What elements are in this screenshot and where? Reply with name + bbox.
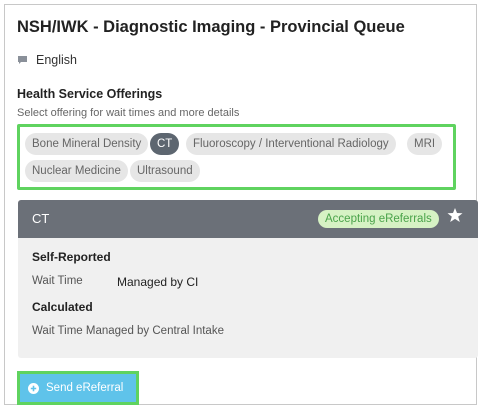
send-ereferral-label: Send eReferral (46, 382, 124, 394)
language-selector[interactable]: English (17, 53, 77, 67)
accepting-ereferrals-badge: Accepting eReferrals (318, 210, 439, 228)
plus-circle-icon (28, 382, 39, 394)
offerings-subtitle: Select offering for wait times and more … (17, 107, 240, 119)
chip-ultrasound[interactable]: Ultrasound (130, 160, 200, 182)
star-icon[interactable] (447, 207, 463, 223)
chip-mri[interactable]: MRI (407, 133, 443, 155)
chip-nuclear-medicine[interactable]: Nuclear Medicine (25, 160, 128, 182)
chip-ct[interactable]: CT (150, 133, 180, 155)
calculated-text: Wait Time Managed by Central Intake (32, 325, 224, 337)
offering-detail-panel: CT Accepting eReferrals Self-Reported Wa… (18, 200, 478, 358)
speech-bubble-icon (18, 56, 27, 64)
detail-header: CT Accepting eReferrals (18, 200, 478, 238)
send-ereferral-button[interactable]: Send eReferral (20, 374, 136, 402)
queue-card: NSH/IWK - Diagnostic Imaging - Provincia… (4, 4, 478, 405)
wait-time-value: Managed by CI (117, 275, 199, 289)
chip-bone-mineral-density[interactable]: Bone Mineral Density (25, 133, 149, 155)
calculated-label: Calculated (32, 300, 93, 314)
self-reported-label: Self-Reported (32, 250, 111, 264)
chip-fluoroscopy[interactable]: Fluoroscopy / Interventional Radiology (186, 133, 396, 155)
send-ereferral-highlight: Send eReferral (17, 371, 139, 405)
offerings-chip-group: Bone Mineral Density CT Fluoroscopy / In… (17, 124, 456, 190)
page-title: NSH/IWK - Diagnostic Imaging - Provincia… (17, 18, 405, 36)
wait-time-label: Wait Time (32, 275, 83, 287)
language-label: English (36, 53, 77, 67)
offerings-heading: Health Service Offerings (17, 87, 163, 101)
detail-title: CT (32, 211, 50, 226)
